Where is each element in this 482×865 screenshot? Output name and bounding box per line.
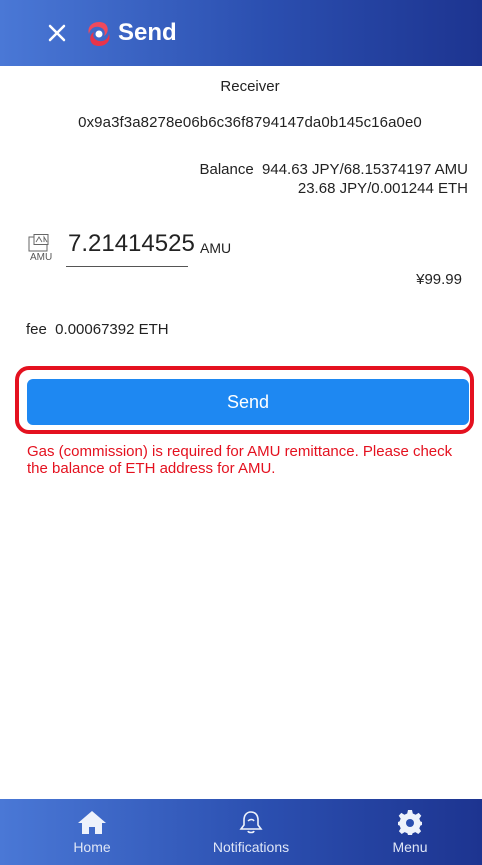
bottom-navigation: Home Notifications Menu [0, 799, 482, 865]
nav-menu-label: Menu [392, 839, 428, 855]
close-button[interactable] [42, 18, 72, 48]
balance-line-amu: Balance 944.63 JPY/68.15374197 AMU [199, 161, 468, 178]
receiver-address: 0x9a3f3a8278e06b6c36f8794147da0b145c16a0… [78, 114, 422, 131]
page-title: Send [118, 19, 177, 46]
amount-unit: AMU [200, 240, 232, 256]
nav-notifications-label: Notifications [212, 839, 290, 855]
amount-input[interactable]: 7.21414525 [68, 230, 195, 258]
amount-underline [66, 266, 188, 267]
receiver-label: Receiver [220, 78, 280, 95]
nav-menu[interactable]: Menu [380, 799, 440, 865]
send-button[interactable]: Send [27, 379, 469, 425]
close-icon [48, 24, 66, 42]
fee-text: fee 0.00067392 ETH [26, 321, 169, 338]
app-logo-icon [88, 22, 110, 46]
jpy-equivalent: ¥99.99 [416, 271, 462, 288]
nav-home[interactable]: Home [62, 799, 122, 865]
bell-icon [239, 811, 263, 834]
home-icon [78, 811, 106, 834]
nav-notifications[interactable]: Notifications [196, 799, 306, 865]
balance-info: Balance 944.63 JPY/68.15374197 AMU 23.68… [199, 160, 468, 198]
warning-message: Gas (commission) is required for AMU rem… [27, 443, 453, 477]
amu-coin-icon: AMU [28, 234, 52, 262]
svg-text:AMU: AMU [30, 252, 52, 262]
nav-home-label: Home [73, 839, 111, 855]
app-header: Send [0, 0, 482, 66]
gear-icon [398, 810, 422, 835]
balance-line-eth: 23.68 JPY/0.001244 ETH [297, 180, 468, 197]
